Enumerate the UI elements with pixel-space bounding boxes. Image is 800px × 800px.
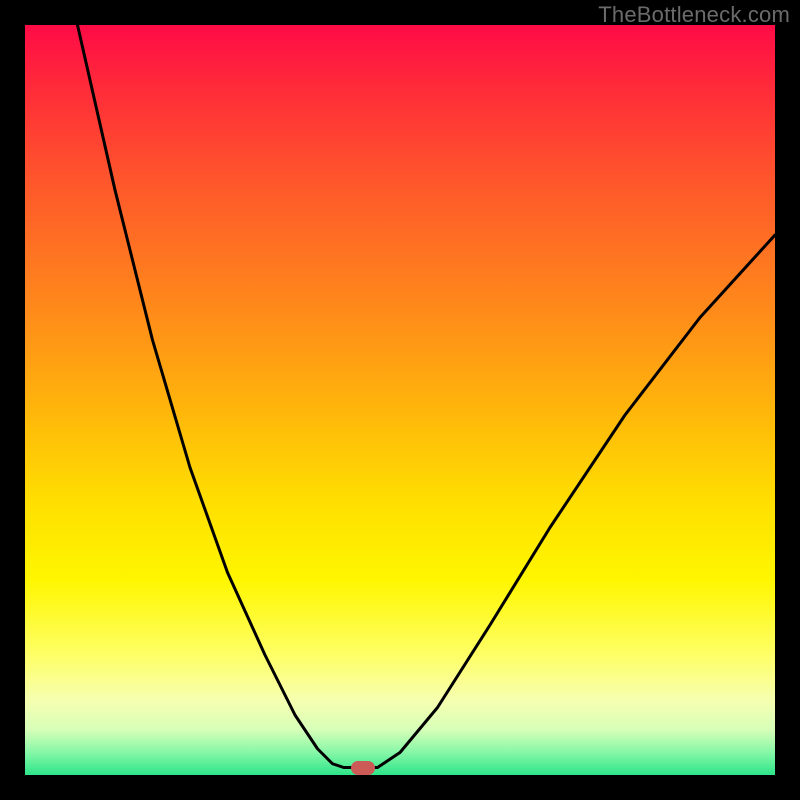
curve-svg — [25, 25, 775, 775]
chart-frame: TheBottleneck.com — [0, 0, 800, 800]
curve-path — [78, 25, 776, 768]
optimal-marker — [351, 761, 375, 775]
plot-area — [25, 25, 775, 775]
watermark-text: TheBottleneck.com — [598, 2, 790, 28]
